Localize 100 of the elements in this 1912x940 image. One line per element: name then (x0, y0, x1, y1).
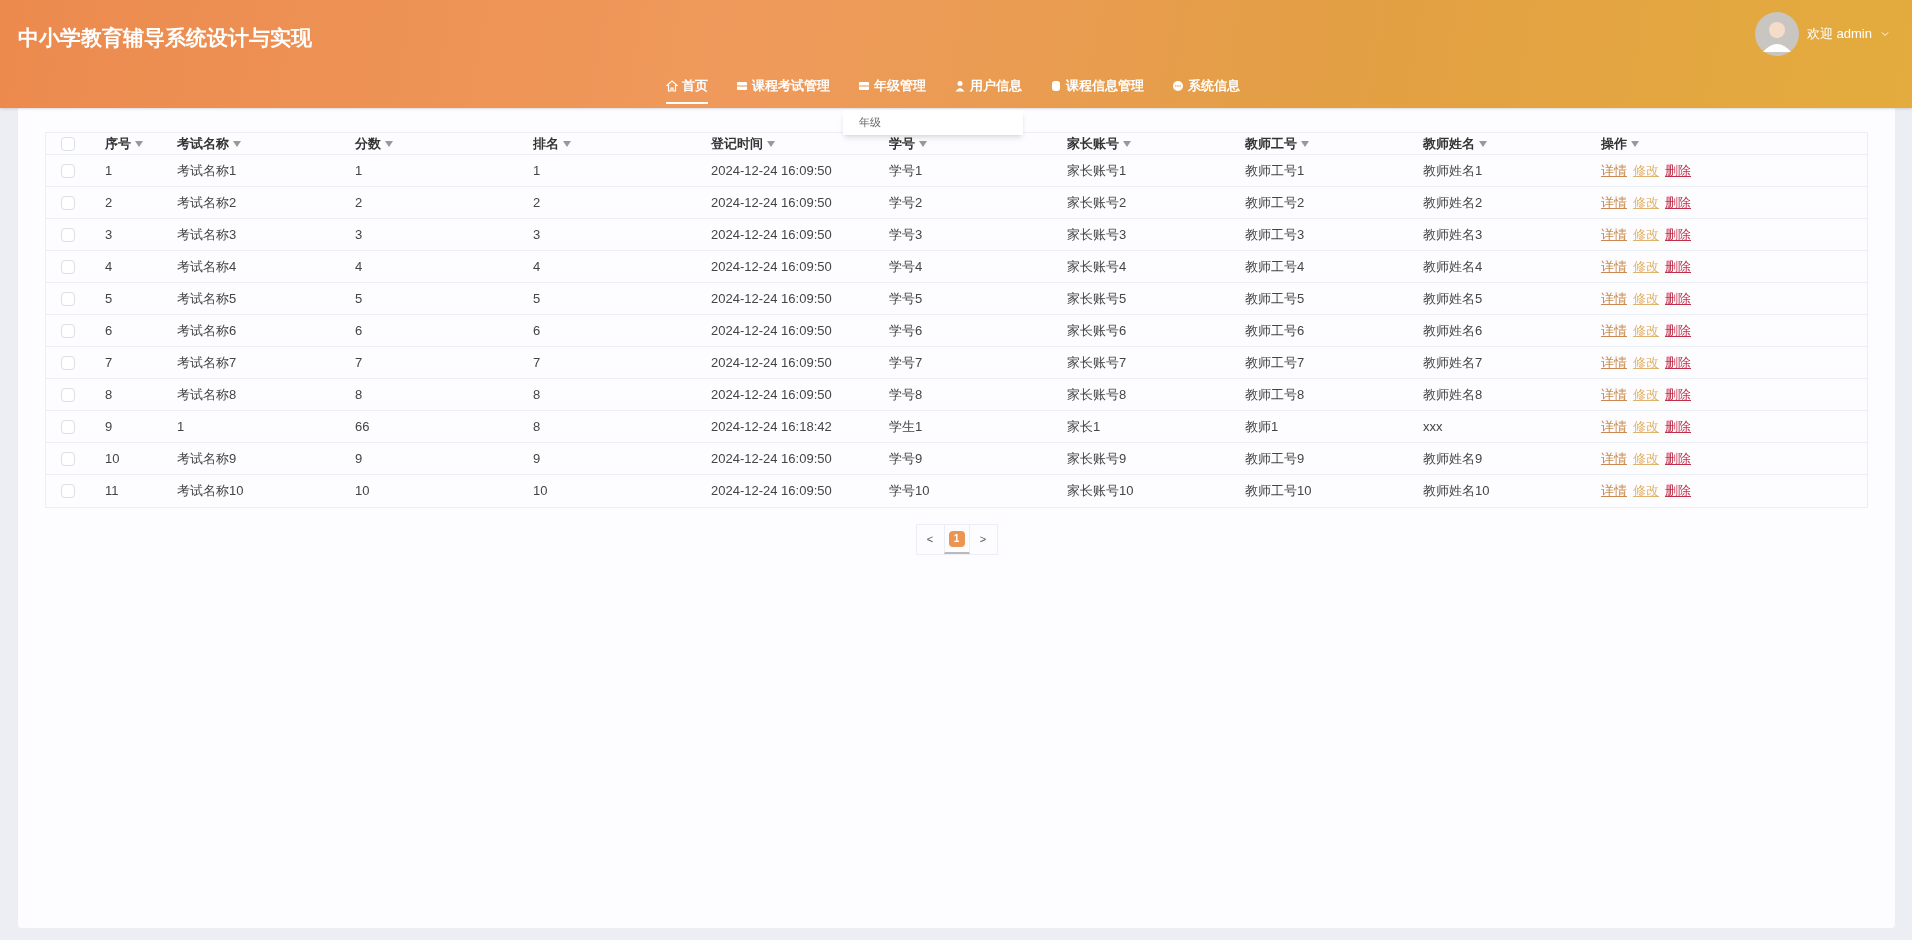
nav-item[interactable]: 首页 (666, 76, 708, 104)
checkbox[interactable] (61, 387, 75, 402)
delete-link[interactable]: 删除 (1665, 256, 1691, 277)
checkbox[interactable] (61, 484, 75, 498)
delete-link[interactable]: 删除 (1665, 192, 1691, 213)
table-cell-text: 5 (532, 289, 542, 308)
detail-link[interactable]: 详情 (1601, 416, 1627, 437)
table-cell-text: 教师姓名9 (1422, 449, 1484, 468)
checkbox[interactable] (61, 259, 75, 274)
detail-link[interactable]: 详情 (1601, 352, 1627, 373)
nav-item[interactable]: 课程信息管理 (1050, 76, 1144, 104)
prev-page-button[interactable]: < (916, 525, 944, 554)
table-cell-text: 3 (104, 225, 114, 244)
table-cell-text: 家长账号3 (1066, 225, 1128, 244)
sort-icon[interactable] (563, 140, 571, 147)
detail-link[interactable]: 详情 (1601, 320, 1627, 341)
checkbox[interactable] (61, 291, 75, 306)
table-cell-text: 考试名称2 (176, 193, 238, 212)
table-cell-text: 学号4 (888, 257, 924, 276)
table-cell-text: 9 (532, 449, 542, 468)
sort-icon[interactable] (1479, 140, 1487, 147)
table-cell-text: 3 (354, 225, 364, 244)
delete-link[interactable]: 删除 (1665, 288, 1691, 309)
table-cell-text: 教师工号3 (1244, 225, 1306, 244)
table-cell-text: 10 (354, 482, 371, 501)
column-header[interactable]: 学号 (889, 133, 915, 154)
sort-icon[interactable] (135, 140, 143, 147)
table-cell-text: 教师工号10 (1244, 482, 1313, 501)
table-cell-text: 2024-12-24 16:09:50 (710, 449, 833, 468)
delete-link[interactable]: 删除 (1665, 224, 1691, 245)
checkbox[interactable] (61, 323, 75, 338)
welcome-user[interactable]: 欢迎 admin (1806, 24, 1872, 44)
column-header[interactable]: 考试名称 (177, 133, 229, 154)
table-cell-text: 2024-12-24 16:09:50 (710, 257, 833, 276)
nav-item[interactable]: 课程考试管理 (736, 76, 830, 104)
table-cell-text: 教师姓名6 (1422, 321, 1484, 340)
column-header[interactable]: 操作 (1601, 133, 1627, 154)
detail-link[interactable]: 详情 (1601, 256, 1627, 277)
table-cell-text: 5 (354, 289, 364, 308)
detail-link[interactable]: 详情 (1601, 160, 1627, 181)
detail-link[interactable]: 详情 (1601, 481, 1627, 501)
table-cell-text: 8 (354, 385, 364, 404)
table-icon (736, 79, 748, 92)
checkbox[interactable] (61, 195, 75, 210)
nav-item[interactable]: 年级管理 (858, 76, 926, 104)
delete-link[interactable]: 删除 (1665, 448, 1691, 469)
checkbox[interactable] (61, 163, 75, 178)
table-cell-text: 教师姓名4 (1422, 257, 1484, 276)
table-cell-text: 2024-12-24 16:09:50 (710, 161, 833, 180)
nav-item[interactable]: 系统信息 (1172, 76, 1240, 104)
dropdown-item[interactable]: 年级 (859, 114, 1007, 131)
delete-link[interactable]: 删除 (1665, 481, 1691, 501)
sort-icon[interactable] (767, 140, 775, 147)
table-cell-text: 考试名称10 (176, 482, 245, 501)
table-cell-text: 教师工号1 (1244, 161, 1306, 180)
column-header[interactable]: 登记时间 (711, 133, 763, 154)
chevron-down-icon[interactable] (1880, 29, 1890, 39)
checkbox[interactable] (61, 355, 75, 370)
table-cell-text: 教师1 (1244, 417, 1280, 436)
checkbox[interactable] (61, 419, 75, 434)
sort-icon[interactable] (233, 140, 241, 147)
table-cell-text: 10 (532, 482, 549, 501)
column-header[interactable]: 家长账号 (1067, 133, 1119, 154)
delete-link[interactable]: 删除 (1665, 320, 1691, 341)
table-cell-text: 家长账号7 (1066, 353, 1128, 372)
delete-link[interactable]: 删除 (1665, 384, 1691, 405)
delete-link[interactable]: 删除 (1665, 160, 1691, 181)
table-cell-text: 家长账号4 (1066, 257, 1128, 276)
table-cell-text: 教师工号5 (1244, 289, 1306, 308)
sort-icon[interactable] (919, 140, 927, 147)
detail-link[interactable]: 详情 (1601, 192, 1627, 213)
table-cell-text: 教师工号9 (1244, 449, 1306, 468)
delete-link[interactable]: 删除 (1665, 352, 1691, 373)
checkbox[interactable] (61, 451, 75, 466)
nav-item[interactable]: 用户信息 (954, 76, 1022, 104)
delete-link[interactable]: 删除 (1665, 416, 1691, 437)
column-header[interactable]: 教师姓名 (1423, 133, 1475, 154)
more-icon (1172, 79, 1184, 92)
detail-link[interactable]: 详情 (1601, 448, 1627, 469)
sort-icon[interactable] (1301, 140, 1309, 147)
detail-link[interactable]: 详情 (1601, 224, 1627, 245)
column-header[interactable]: 教师工号 (1245, 133, 1297, 154)
table-cell-text: 2 (354, 193, 364, 212)
page-button[interactable]: 1 (943, 525, 970, 554)
checkbox[interactable] (61, 136, 75, 151)
next-page-button[interactable]: > (969, 525, 997, 554)
sort-icon[interactable] (1631, 140, 1639, 147)
column-header[interactable]: 排名 (533, 133, 559, 154)
checkbox[interactable] (61, 227, 75, 242)
table-cell-text: xxx (1422, 417, 1444, 436)
column-header[interactable]: 序号 (105, 133, 131, 154)
table-cell-text: 7 (104, 353, 114, 372)
sort-icon[interactable] (1123, 140, 1131, 147)
table-cell-text: 家长账号1 (1066, 161, 1128, 180)
detail-link[interactable]: 详情 (1601, 384, 1627, 405)
sort-icon[interactable] (385, 140, 393, 147)
table-cell-text: 1 (532, 161, 542, 180)
detail-link[interactable]: 详情 (1601, 288, 1627, 309)
column-header[interactable]: 分数 (355, 133, 381, 154)
table-cell-text: 教师姓名5 (1422, 289, 1484, 308)
